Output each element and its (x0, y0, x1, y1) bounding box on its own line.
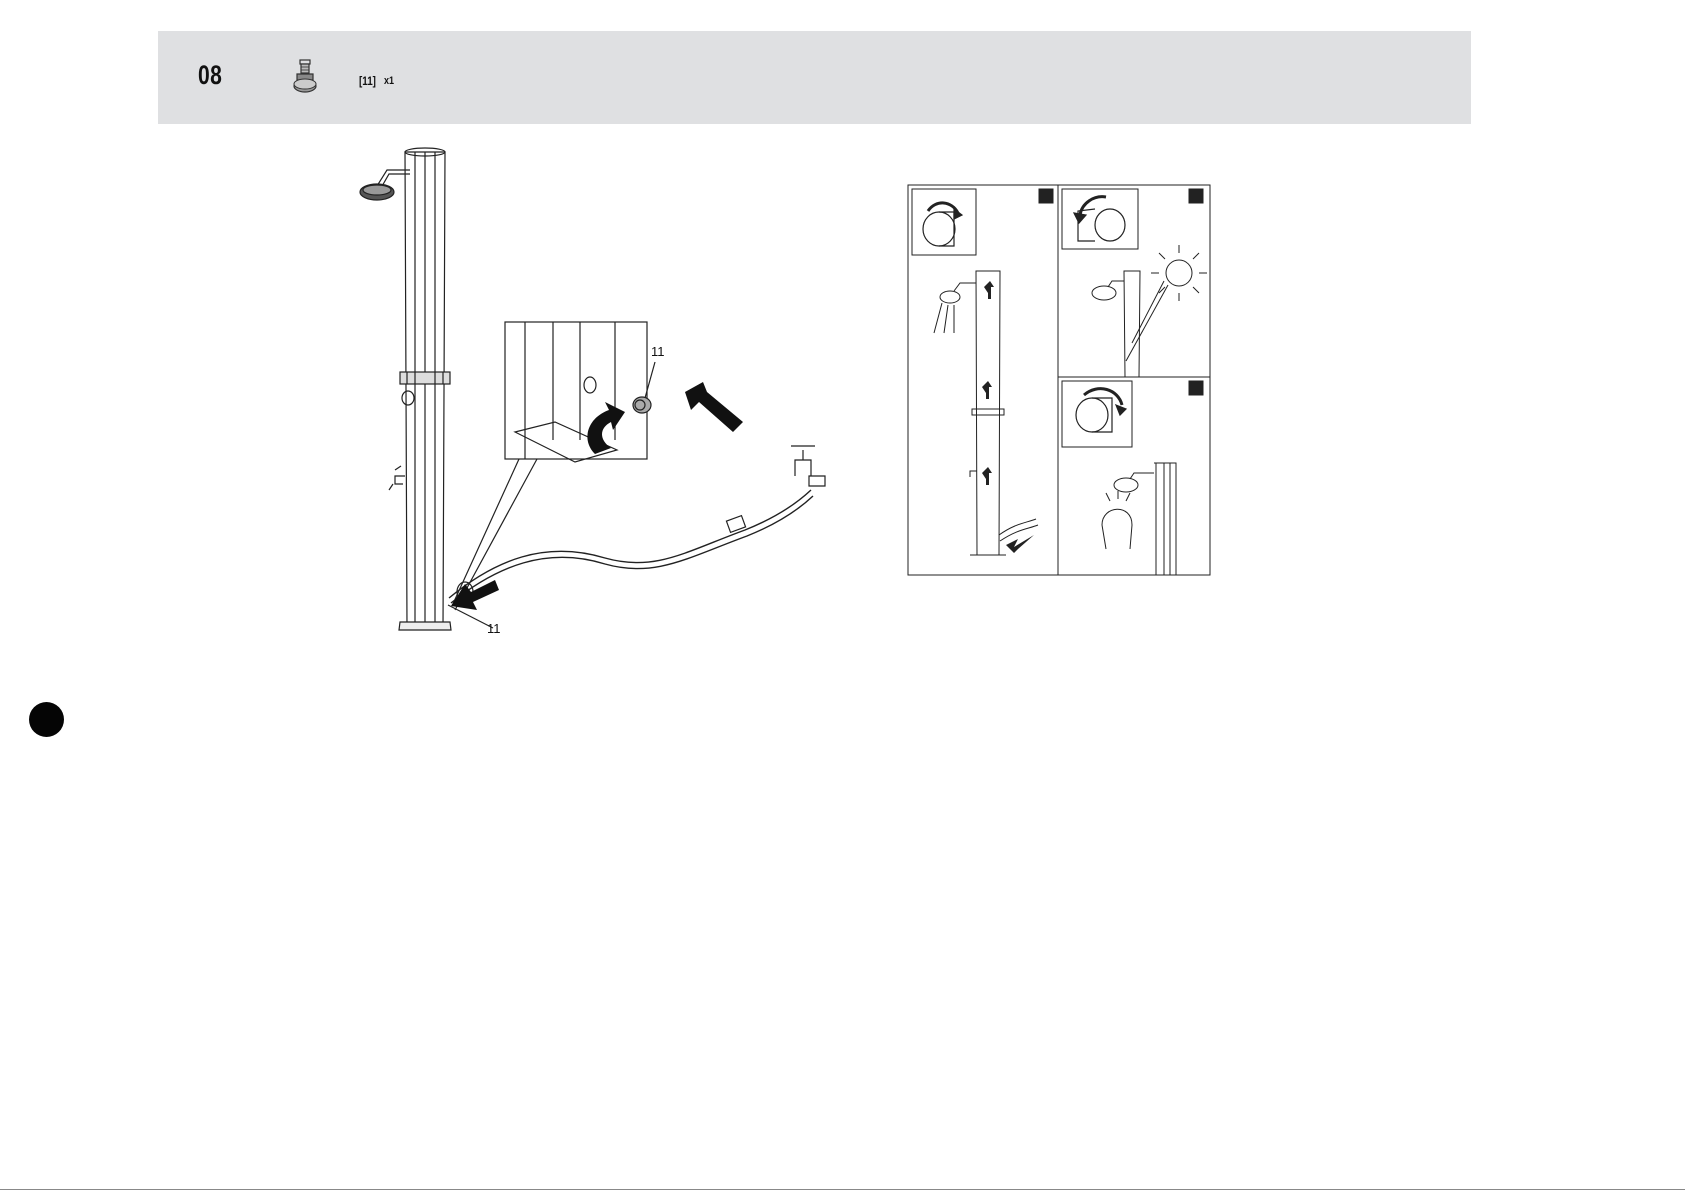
part-quantity: x1 (384, 75, 395, 87)
step-number: 08 (198, 60, 223, 90)
shower-assembly-illustration: 11 11 (359, 147, 826, 636)
tap-close-icon (1072, 195, 1126, 242)
page-marker-dot (29, 702, 64, 737)
sun-icon (1125, 245, 1207, 362)
hose-connector-icon (291, 59, 319, 95)
page-bottom-rule (0, 1189, 1685, 1190)
part-label: [11] (359, 74, 376, 88)
shower-head-icon (1101, 462, 1177, 575)
usage-sequence-illustration (907, 184, 1211, 576)
step-header-band (158, 31, 1471, 124)
part-callout-base: 11 (487, 621, 501, 636)
part-callout-detail: 11 (651, 344, 665, 359)
tap-open-icon (1075, 387, 1128, 433)
tap-open-icon (922, 201, 964, 247)
